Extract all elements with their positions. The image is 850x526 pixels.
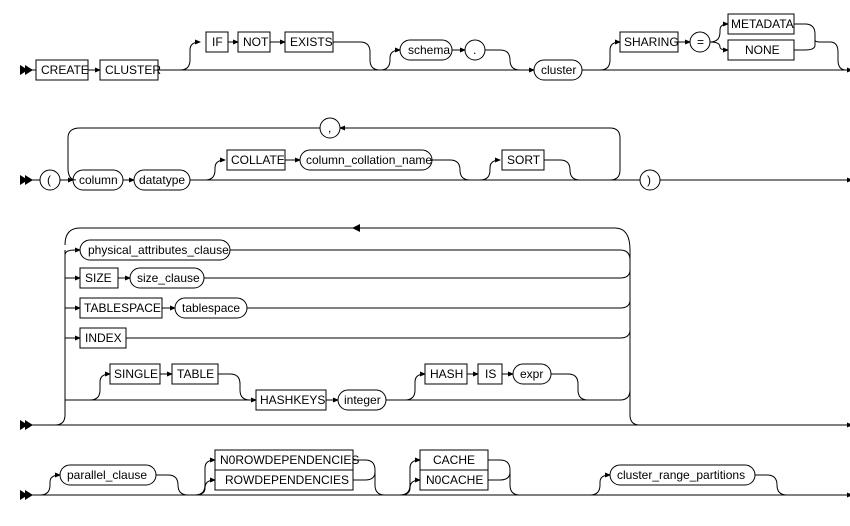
svg-text:schema: schema (408, 43, 450, 57)
svg-text:EXISTS: EXISTS (290, 35, 333, 49)
svg-text:SINGLE: SINGLE (114, 367, 158, 381)
svg-text:TABLE: TABLE (177, 367, 214, 381)
svg-text:ROWDEPENDENCIES: ROWDEPENDENCIES (225, 473, 349, 487)
svg-text:datatype: datatype (139, 173, 185, 187)
svg-text:NOT: NOT (243, 35, 269, 49)
section-1-create: CREATE CLUSTER IF NOT EXISTS schema . cl… (20, 14, 850, 80)
svg-text:INDEX: INDEX (85, 331, 122, 345)
svg-text:.: . (473, 43, 476, 57)
svg-text:CLUSTER: CLUSTER (105, 63, 161, 77)
section-3-options: physical_attributes_clause SIZE size_cla… (20, 224, 850, 430)
svg-text:column_collation_name: column_collation_name (306, 153, 432, 167)
section-2-columns: ( column datatype COLLATE column_collati… (20, 118, 850, 190)
svg-text:SORT: SORT (507, 153, 541, 167)
svg-text:SHARING: SHARING (624, 35, 679, 49)
svg-text:,: , (328, 121, 331, 135)
svg-text:integer: integer (344, 393, 381, 407)
svg-text:): ) (647, 173, 651, 187)
svg-text:size_clause: size_clause (137, 271, 200, 285)
svg-text:tablespace: tablespace (182, 301, 240, 315)
section-4-tail: parallel_clause N0ROWDEPENDENCIES ROWDEP… (20, 450, 850, 500)
svg-text:METADATA: METADATA (731, 17, 794, 31)
svg-text:SIZE: SIZE (85, 271, 112, 285)
svg-text:TABLESPACE: TABLESPACE (84, 301, 161, 315)
svg-text:COLLATE: COLLATE (231, 153, 285, 167)
svg-text:N0CACHE: N0CACHE (426, 473, 483, 487)
svg-text:cluster_range_partitions: cluster_range_partitions (617, 468, 745, 482)
svg-text:column: column (79, 173, 118, 187)
svg-text:cluster: cluster (541, 63, 576, 77)
svg-text:CREATE: CREATE (41, 63, 89, 77)
svg-text:IF: IF (212, 35, 223, 49)
svg-text:CACHE: CACHE (433, 453, 475, 467)
svg-text:N0ROWDEPENDENCIES: N0ROWDEPENDENCIES (220, 453, 359, 467)
svg-text:physical_attributes_clause: physical_attributes_clause (88, 243, 229, 257)
svg-text:HASH: HASH (430, 367, 463, 381)
svg-text:(: ( (47, 173, 51, 187)
svg-text:IS: IS (485, 367, 496, 381)
svg-text:HASHKEYS: HASHKEYS (260, 393, 325, 407)
svg-text:NONE: NONE (745, 43, 780, 57)
svg-text:parallel_clause: parallel_clause (67, 468, 147, 482)
svg-text:expr: expr (520, 367, 543, 381)
svg-text:=: = (697, 35, 704, 49)
